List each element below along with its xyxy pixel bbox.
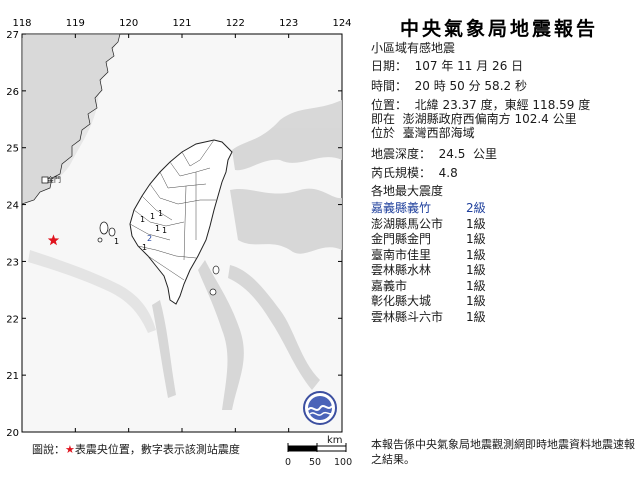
legend-caption: 圖說：★表震央位置，數字表示該測站震度: [32, 441, 240, 457]
intensity-station-name: 嘉義縣義竹: [371, 201, 432, 215]
legend-star-icon: ★: [65, 443, 75, 456]
station-intensity-mark: 1: [142, 243, 147, 252]
lon-label: 118: [12, 18, 31, 29]
station-intensity-mark: 1: [140, 215, 145, 224]
intensity-station-name: 金門縣金門: [371, 232, 432, 246]
lon-label: 124: [332, 18, 351, 29]
lat-label: 23: [6, 257, 19, 268]
intensity-station-name: 臺南市佳里: [371, 247, 432, 262]
intensity-header: 各地最大震度: [371, 184, 444, 198]
lat-label: 20: [6, 428, 19, 439]
map-panel: 金門 11112111 118 119 120 121 122 123 124 27 26 25 2…: [0, 0, 360, 480]
report-magnitude: 芮氏規模： 4.8: [371, 166, 458, 180]
report-date: 日期： 107 年 11 月 26 日: [371, 59, 524, 73]
intensity-value: 2級: [466, 201, 486, 215]
report-location-ref: 即在 澎湖縣政府西偏南方 102.4 公里: [371, 112, 577, 126]
scale-unit-label: km: [327, 435, 343, 446]
lon-label: 122: [226, 18, 245, 29]
report-title: 中央氣象局地震報告: [399, 18, 598, 40]
station-intensity-mark: 1: [114, 237, 119, 246]
intensity-value: 1級: [466, 216, 486, 231]
station-intensity-mark: 1: [150, 212, 155, 221]
report-subtitle: 小區域有感地震: [371, 41, 456, 55]
intensity-station-name: 雲林縣水林: [371, 263, 432, 277]
lon-label: 123: [279, 18, 298, 29]
scale-tick-50: 50: [309, 457, 322, 468]
legend-description: 表震央位置，數字表示該測站震度: [74, 443, 240, 456]
report-location: 位置： 北緯 23.37 度，東經 118.59 度: [371, 98, 591, 112]
station-intensity-mark: 1: [155, 224, 160, 233]
lat-label: 22: [6, 314, 19, 325]
lat-label: 25: [6, 144, 19, 155]
report-location-area: 位於 臺灣西部海域: [371, 126, 475, 140]
kinmen-label: 金門: [47, 175, 61, 184]
report-depth: 地震深度： 24.5 公里: [371, 147, 497, 161]
station-intensity-mark: 2: [147, 234, 152, 243]
report-panel: 中央氣象局地震報告 小區域有感地震 日期： 107 年 11 月 26 日 時間…: [360, 0, 640, 480]
intensity-station-name: 雲林縣斗六市: [371, 309, 444, 324]
lon-label: 119: [66, 18, 85, 29]
intensity-station-name: 嘉義市: [371, 278, 408, 293]
report-time: 時間： 20 時 50 分 58.2 秒: [371, 79, 527, 93]
intensity-value: 1級: [466, 232, 486, 246]
intensity-value: 1級: [466, 309, 486, 324]
scale-tick-0: 0: [285, 457, 292, 468]
map-svg: 金門 11 112111 118 119 120 121 122 123 1242726252…: [6, 18, 352, 452]
intensity-value: 1級: [466, 278, 486, 293]
scale-tick-100: 100: [334, 457, 353, 468]
legend-prefix: 圖說：: [32, 443, 65, 456]
cwb-logo: [303, 391, 337, 425]
intensity-station-name: 彰化縣大城: [371, 294, 432, 308]
intensity-value: 1級: [466, 263, 486, 277]
lat-label: 27: [6, 30, 19, 41]
lon-label: 121: [172, 18, 191, 29]
lat-label: 24: [6, 201, 19, 212]
lat-label: 21: [6, 371, 19, 382]
lat-label: 26: [6, 87, 19, 98]
intensity-station-name: 澎湖縣馬公市: [371, 216, 444, 231]
lon-label: 120: [119, 18, 138, 29]
station-intensity-mark: 1: [162, 226, 167, 235]
intensity-value: 1級: [466, 294, 486, 308]
report-note: 本報告係中央氣象局地震觀測網即時地震資料地震速報之結果。: [371, 438, 635, 466]
intensity-value: 1級: [466, 247, 486, 262]
station-intensity-mark: 1: [158, 209, 163, 218]
earthquake-report-page: { "map": { "lon_labels": ["118", "119", …: [0, 0, 640, 480]
